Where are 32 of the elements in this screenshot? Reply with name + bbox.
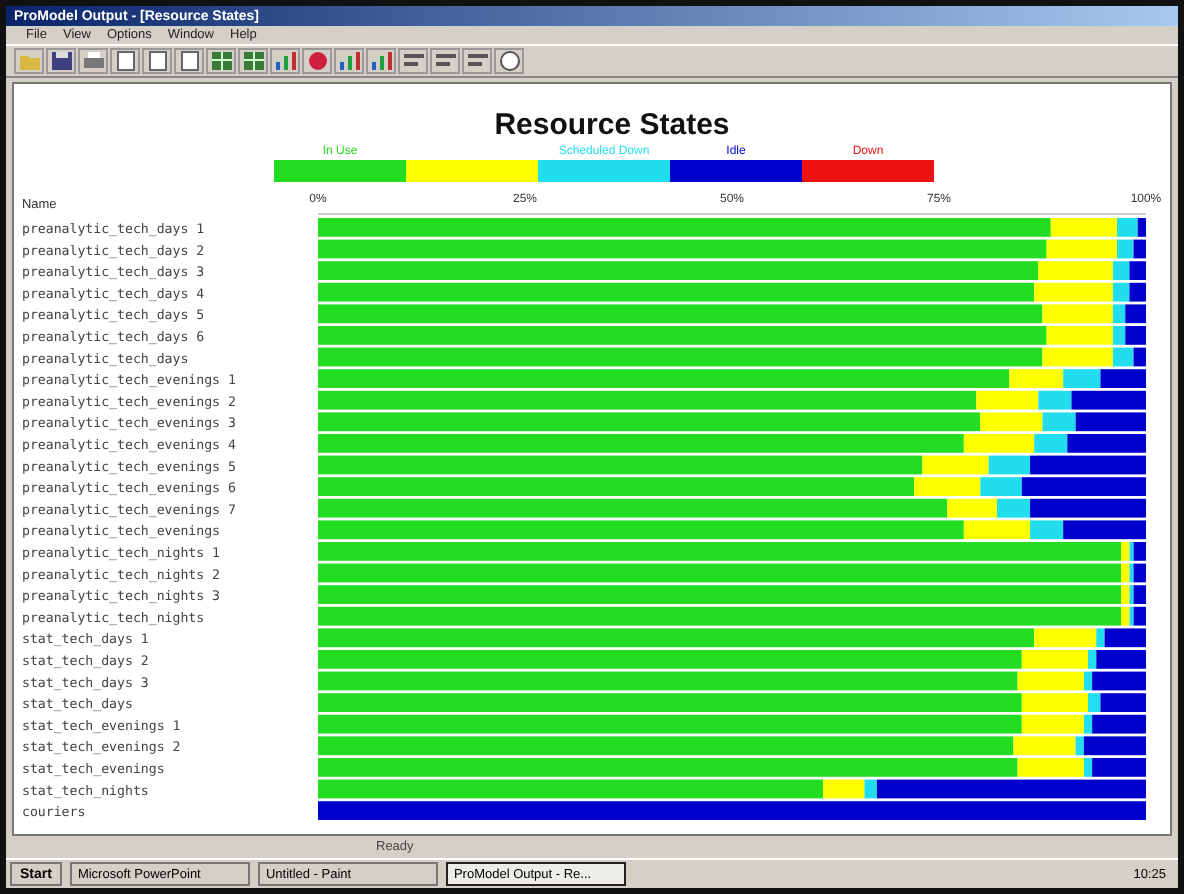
folder-icon [17,50,41,72]
toolbar-button[interactable] [462,48,492,74]
grid-icon [209,50,233,72]
toolbar-button[interactable] [142,48,172,74]
printer-icon [81,50,105,72]
grid-icon [241,50,265,72]
toolbar-button[interactable] [334,48,364,74]
toolbar-button[interactable] [430,48,460,74]
bars-icon [401,50,425,72]
page-icon [113,50,137,72]
toolbar-button[interactable] [206,48,236,74]
bar-segment [1129,261,1146,280]
page-icon [177,50,201,72]
toolbar-button[interactable] [238,48,268,74]
chart-icon [273,50,297,72]
bars-icon [433,50,457,72]
chart-icon [337,50,361,72]
toolbar-button[interactable] [110,48,140,74]
bars-icon [465,50,489,72]
page-icon [145,50,169,72]
bar-segment [1129,282,1146,302]
chart-title: Resource States [492,108,732,142]
chart-icon [369,50,393,72]
toolbar-button[interactable] [366,48,396,74]
toolbar-button[interactable] [46,48,76,74]
toolbar-button[interactable] [302,48,332,74]
toolbar-button[interactable] [270,48,300,74]
toolbar-button[interactable] [174,48,204,74]
toolbar-button[interactable] [398,48,428,74]
toolbar-button[interactable] [78,48,108,74]
save-icon [49,50,73,72]
toolbar-button[interactable] [494,48,524,74]
